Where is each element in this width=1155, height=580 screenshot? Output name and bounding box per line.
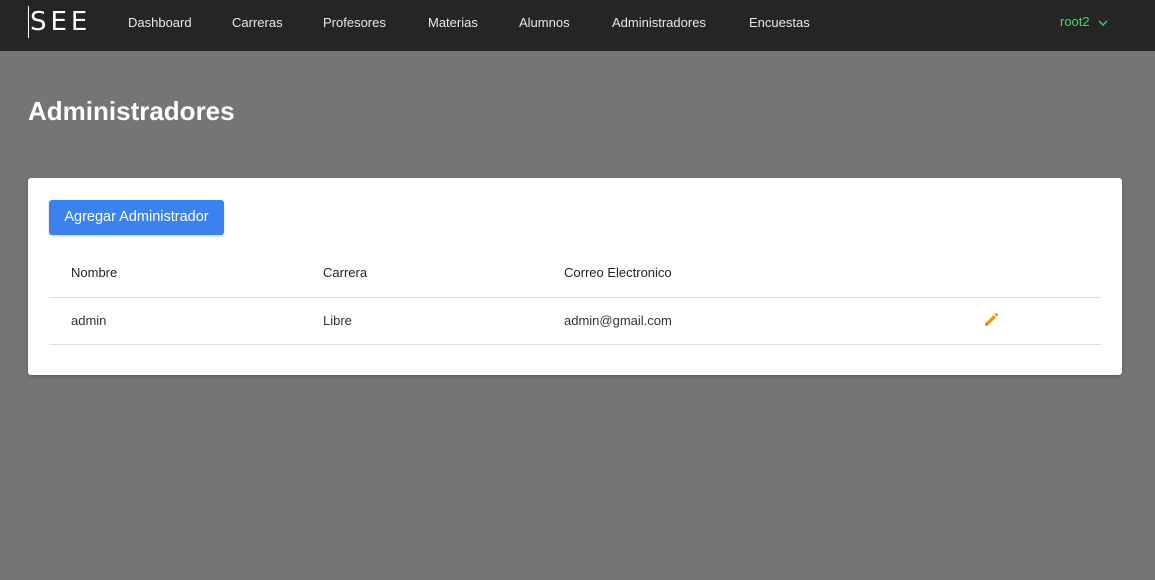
cell-correo: admin@gmail.com <box>564 313 672 328</box>
add-admin-button[interactable]: Agregar Administrador <box>49 200 224 235</box>
column-header-nombre: Nombre <box>71 265 118 280</box>
nav-item-administradores[interactable]: Administradores <box>612 15 706 31</box>
top-navbar: SEE Dashboard Carreras Profesores Materi… <box>0 0 1155 51</box>
nav-item-carreras[interactable]: Carreras <box>232 15 283 31</box>
page-title: Administradores <box>28 96 235 126</box>
column-header-correo: Correo Electronico <box>564 265 672 280</box>
cell-nombre: admin <box>71 313 107 328</box>
nav-item-encuestas[interactable]: Encuestas <box>749 15 810 31</box>
column-header-carrera: Carrera <box>323 265 368 280</box>
pencil-icon[interactable] <box>983 312 999 328</box>
chevron-down-icon <box>1098 20 1108 26</box>
admin-card: Agregar Administrador Nombre Carrera Cor… <box>28 178 1122 375</box>
user-menu[interactable]: root2 <box>1060 14 1108 30</box>
nav-item-alumnos[interactable]: Alumnos <box>519 15 570 31</box>
row-divider <box>49 344 1101 345</box>
user-name: root2 <box>1060 14 1090 29</box>
nav-item-profesores[interactable]: Profesores <box>323 15 386 31</box>
header-divider <box>49 297 1101 298</box>
cell-carrera: Libre <box>323 313 352 328</box>
brand-logo[interactable]: SEE <box>28 6 91 38</box>
nav-item-materias[interactable]: Materias <box>428 15 478 31</box>
nav-item-dashboard[interactable]: Dashboard <box>128 15 192 31</box>
